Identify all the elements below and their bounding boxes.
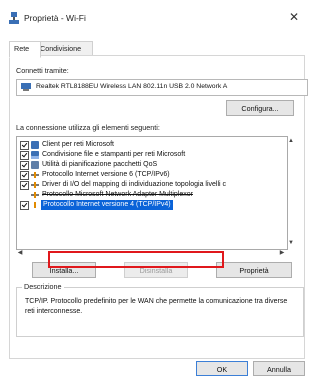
install-button[interactable]: Installa... <box>32 262 96 278</box>
vertical-scrollbar[interactable]: ▲ ▼ <box>287 136 295 248</box>
list-item-label: Condivisione file e stampanti per reti M… <box>42 151 186 158</box>
window-title: Proprietà - Wi-Fi <box>24 13 86 23</box>
list-item-label: Client per reti Microsoft <box>42 141 114 148</box>
protocol-icon <box>31 202 39 208</box>
description-group: Descrizione TCP/IP. Protocollo predefini… <box>16 282 304 337</box>
configure-button[interactable]: Configura... <box>226 100 294 116</box>
checkbox[interactable] <box>20 171 29 180</box>
list-item-label: Protocollo Microsoft Network Adapter Mul… <box>42 191 193 198</box>
connect-label: Connetti tramite: <box>16 66 69 75</box>
description-text: TCP/IP. Protocollo predefinito per le WA… <box>25 298 288 315</box>
list-item[interactable]: Client per reti Microsoft <box>17 140 279 150</box>
network-client-icon <box>31 141 39 149</box>
cancel-button[interactable]: Annulla <box>253 361 305 376</box>
list-item[interactable]: Protocollo Microsoft Network Adapter Mul… <box>17 190 279 200</box>
close-button[interactable]: ✕ <box>281 5 307 29</box>
protocol-icon <box>31 182 39 188</box>
properties-button[interactable]: Proprietà <box>216 262 292 278</box>
protocol-icon <box>31 172 39 178</box>
adapter-name: Realtek RTL8188EU Wireless LAN 802.11n U… <box>36 83 228 90</box>
uninstall-button[interactable]: Disinstalla <box>124 262 188 278</box>
adapter-field[interactable]: Realtek RTL8188EU Wireless LAN 802.11n U… <box>16 79 308 96</box>
scroll-down-icon[interactable]: ▼ <box>287 239 295 247</box>
qos-icon <box>31 161 39 169</box>
list-item[interactable]: Utilità di pianificazione pacchetti QoS <box>17 160 279 170</box>
list-item[interactable]: Condivisione file e stampanti per reti M… <box>17 150 279 160</box>
checkbox[interactable] <box>20 141 29 150</box>
title-bar: Proprietà - Wi-Fi ✕ <box>0 0 307 34</box>
scroll-left-icon[interactable]: ◀ <box>16 249 24 257</box>
network-properties-icon <box>9 12 19 24</box>
scroll-up-icon[interactable]: ▲ <box>287 137 295 145</box>
components-list[interactable]: Client per reti Microsoft Condivisione f… <box>16 136 288 250</box>
file-share-icon <box>31 151 39 159</box>
list-item-label: Protocollo Internet versione 6 (TCP/IPv6… <box>42 171 170 178</box>
horizontal-scrollbar[interactable]: ◀ ▶ <box>16 249 286 257</box>
list-item[interactable]: Driver di I/O del mapping di individuazi… <box>17 180 279 190</box>
network-adapter-icon <box>21 83 31 91</box>
list-item[interactable]: Protocollo Internet versione 6 (TCP/IPv6… <box>17 170 279 180</box>
checkbox[interactable] <box>20 151 29 160</box>
checkbox[interactable] <box>20 181 29 190</box>
checkbox[interactable] <box>20 161 29 170</box>
protocol-icon <box>31 192 39 198</box>
close-icon: ✕ <box>288 10 300 24</box>
tab-panel: Connetti tramite: Realtek RTL8188EU Wire… <box>9 55 308 359</box>
tab-rete[interactable]: Rete <box>9 41 41 58</box>
list-item-selected[interactable]: Protocollo Internet versione 4 (TCP/IPv4… <box>17 200 279 210</box>
description-title: Descrizione <box>22 282 64 291</box>
list-item-label: Utilità di pianificazione pacchetti QoS <box>42 161 158 168</box>
scroll-right-icon[interactable]: ▶ <box>278 249 286 257</box>
checkbox[interactable] <box>20 201 29 210</box>
items-label: La connessione utilizza gli elementi seg… <box>16 123 160 132</box>
list-item-label: Protocollo Internet versione 4 (TCP/IPv4… <box>41 200 173 210</box>
list-item-label: Driver di I/O del mapping di individuazi… <box>42 181 227 188</box>
ok-button[interactable]: OK <box>196 361 248 376</box>
